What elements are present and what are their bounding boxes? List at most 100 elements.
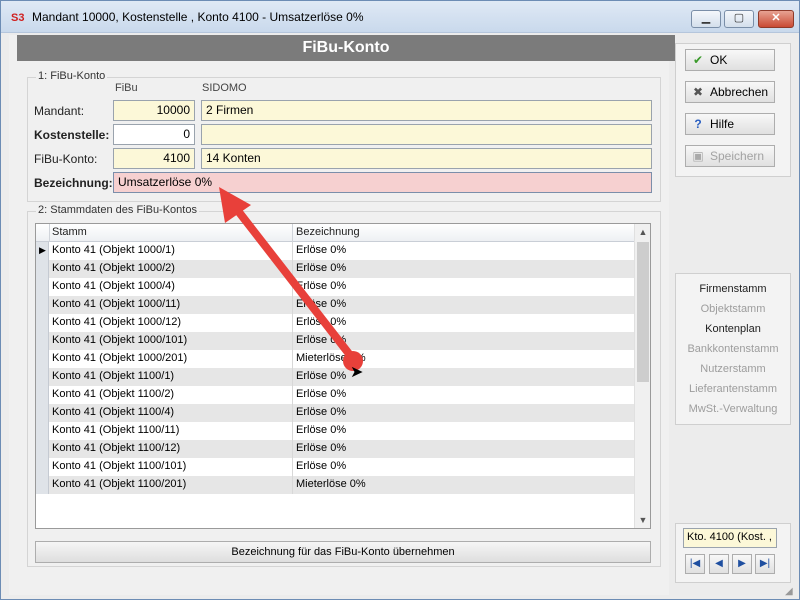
link-mwst-verwaltung[interactable]: MwSt.-Verwaltung (677, 403, 789, 415)
link-firmenstamm[interactable]: Firmenstamm (677, 283, 789, 295)
table-row[interactable]: Konto 41 (Objekt 1100/12) Erlöse 0% (36, 440, 634, 458)
stammdaten-grid[interactable]: Stamm Bezeichnung ▶ Konto 41 (Objekt 1000… (35, 223, 651, 529)
minimize-button[interactable]: ▁ (691, 10, 721, 28)
hilfe-button[interactable]: ? Hilfe (685, 113, 775, 135)
title-bar[interactable]: S3 Mandant 10000, Kostenstelle , Konto 4… (1, 1, 799, 33)
link-objektstamm[interactable]: Objektstamm (677, 303, 789, 315)
grid-header-separator (292, 224, 293, 242)
row-selector[interactable] (36, 368, 49, 386)
cell-stamm: Konto 41 (Objekt 1000/11) (52, 298, 181, 310)
row-selector[interactable] (36, 458, 49, 476)
fibu-konto-field[interactable]: 4100 (113, 148, 195, 169)
next-record-icon[interactable]: ▶ (732, 554, 752, 574)
first-record-icon[interactable]: |◀ (685, 554, 705, 574)
cell-bezeichnung: Erlöse 0% (296, 388, 347, 400)
checkmark-icon: ✔ (692, 53, 704, 67)
hilfe-button-label: Hilfe (710, 117, 735, 131)
kostenstelle-fibu-field[interactable]: 0 (113, 124, 195, 145)
mandant-sidomo-field[interactable]: 2 Firmen (201, 100, 652, 121)
row-selector[interactable] (36, 476, 49, 494)
table-row[interactable]: Konto 41 (Objekt 1000/4) Erlöse 0% (36, 278, 634, 296)
record-navigator-field[interactable]: Kto. 4100 (Kost. , I (683, 528, 777, 548)
speichern-button[interactable]: ▣ Speichern (685, 145, 775, 167)
row-selector[interactable] (36, 296, 49, 314)
table-row[interactable]: ▶ Konto 41 (Objekt 1000/1) Erlöse 0% (36, 242, 634, 260)
page-title: FiBu-Konto (17, 35, 675, 61)
save-disk-icon: ▣ (692, 149, 704, 163)
cell-divider (292, 476, 293, 494)
table-row[interactable]: Konto 41 (Objekt 1000/12) Erlöse 0% (36, 314, 634, 332)
row-selector[interactable] (36, 422, 49, 440)
table-row[interactable]: Konto 41 (Objekt 1000/201) Mieterlöse 0% (36, 350, 634, 368)
cell-divider (292, 332, 293, 350)
last-record-icon[interactable]: ▶| (755, 554, 775, 574)
cell-stamm: Konto 41 (Objekt 1100/11) (52, 424, 180, 436)
row-selector[interactable] (36, 332, 49, 350)
fibu-konto-sidomo-field[interactable]: 14 Konten (201, 148, 652, 169)
ok-button[interactable]: ✔ OK (685, 49, 775, 71)
link-lieferantenstamm[interactable]: Lieferantenstamm (677, 383, 789, 395)
grid-vertical-scrollbar[interactable]: ▲ ▼ (634, 224, 650, 528)
table-row[interactable]: Konto 41 (Objekt 1100/201) Mieterlöse 0% (36, 476, 634, 494)
cell-divider (292, 278, 293, 296)
cell-bezeichnung: Mieterlöse 0% (296, 478, 366, 490)
link-nutzerstamm[interactable]: Nutzerstamm (677, 363, 789, 375)
table-row[interactable]: Konto 41 (Objekt 1000/101) Erlöse 0% (36, 332, 634, 350)
cell-bezeichnung: Erlöse 0% (296, 244, 347, 256)
ok-button-label: OK (710, 53, 728, 67)
cell-stamm: Konto 41 (Objekt 1100/201) (52, 478, 187, 490)
table-row[interactable]: Konto 41 (Objekt 1000/2) Erlöse 0% (36, 260, 634, 278)
cell-stamm: Konto 41 (Objekt 1000/1) (52, 244, 175, 256)
fibu-konto-label: FiBu-Konto: (34, 152, 98, 166)
row-selector[interactable] (36, 386, 49, 404)
row-selector[interactable] (36, 278, 49, 296)
row-selector[interactable] (36, 404, 49, 422)
table-row[interactable]: Konto 41 (Objekt 1100/4) Erlöse 0% (36, 404, 634, 422)
table-row[interactable]: Konto 41 (Objekt 1100/101) Erlöse 0% (36, 458, 634, 476)
cell-stamm: Konto 41 (Objekt 1000/12) (52, 316, 182, 328)
resize-grip-icon[interactable]: ◢ (785, 586, 793, 597)
scroll-thumb[interactable] (637, 242, 649, 382)
cell-stamm: Konto 41 (Objekt 1000/2) (52, 262, 175, 274)
link-kontenplan[interactable]: Kontenplan (677, 323, 789, 335)
cell-bezeichnung: Erlöse 0% (296, 262, 347, 274)
maximize-button[interactable]: ▢ (724, 10, 754, 28)
row-selector[interactable] (36, 314, 49, 332)
scroll-up-icon[interactable]: ▲ (635, 224, 650, 240)
row-selector[interactable] (36, 440, 49, 458)
mandant-fibu-field[interactable]: 10000 (113, 100, 195, 121)
col-header-sidomo: SIDOMO (202, 82, 247, 94)
cell-stamm: Konto 41 (Objekt 1000/4) (52, 280, 175, 292)
bezeichnung-input[interactable]: Umsatzerlöse 0% (113, 172, 652, 193)
cell-bezeichnung: Erlöse 0% (296, 334, 347, 346)
apply-bezeichnung-button[interactable]: Bezeichnung für das FiBu-Konto übernehme… (35, 541, 651, 563)
close-button[interactable]: ✕ (758, 10, 794, 28)
row-selector[interactable] (36, 260, 49, 278)
cell-bezeichnung: Erlöse 0% (296, 280, 347, 292)
column-header-bezeichnung[interactable]: Bezeichnung (296, 226, 360, 238)
row-selector[interactable] (36, 350, 49, 368)
cell-divider (292, 242, 293, 260)
link-bankkontenstamm[interactable]: Bankkontenstamm (677, 343, 789, 355)
abbrechen-button-label: Abbrechen (710, 85, 769, 99)
mandant-label: Mandant: (34, 104, 85, 118)
cell-stamm: Konto 41 (Objekt 1100/4) (52, 406, 175, 418)
table-row[interactable]: Konto 41 (Objekt 1100/1) Erlöse 0% (36, 368, 634, 386)
column-header-stamm[interactable]: Stamm (52, 226, 87, 238)
table-row[interactable]: Konto 41 (Objekt 1000/11) Erlöse 0% (36, 296, 634, 314)
fibu-konto-group-label: 1: FiBu-Konto (36, 70, 108, 82)
cell-divider (292, 296, 293, 314)
row-selector[interactable]: ▶ (36, 242, 49, 260)
mouse-pointer-icon: ➤ (350, 364, 364, 381)
previous-record-icon[interactable]: ◀ (709, 554, 729, 574)
kostenstelle-sidomo-field[interactable] (201, 124, 652, 145)
speichern-button-label: Speichern (710, 149, 765, 163)
cell-divider (292, 314, 293, 332)
abbrechen-button[interactable]: ✖ Abbrechen (685, 81, 775, 103)
cell-bezeichnung: Erlöse 0% (296, 460, 347, 472)
scroll-down-icon[interactable]: ▼ (635, 512, 650, 528)
cell-stamm: Konto 41 (Objekt 1100/12) (52, 442, 181, 454)
table-row[interactable]: Konto 41 (Objekt 1100/2) Erlöse 0% (36, 386, 634, 404)
cell-divider (292, 404, 293, 422)
table-row[interactable]: Konto 41 (Objekt 1100/11) Erlöse 0% (36, 422, 634, 440)
